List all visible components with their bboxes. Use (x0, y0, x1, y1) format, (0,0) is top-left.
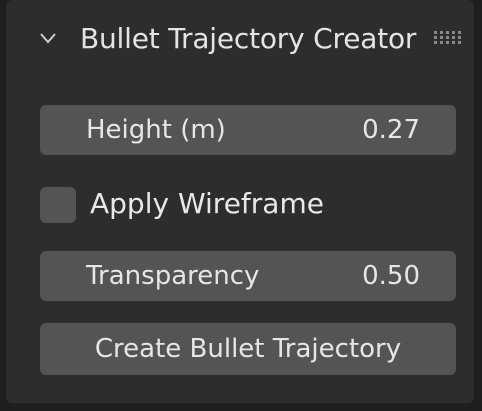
grip-dots-icon[interactable] (434, 31, 464, 45)
transparency-value: 0.50 (362, 261, 420, 291)
chevron-down-icon[interactable] (38, 28, 58, 48)
apply-wireframe-row[interactable]: Apply Wireframe (40, 182, 456, 226)
apply-wireframe-checkbox[interactable] (40, 187, 76, 223)
apply-wireframe-label: Apply Wireframe (90, 187, 324, 220)
height-field[interactable]: Height (m) 0.27 (40, 105, 456, 155)
height-label: Height (m) (86, 115, 226, 145)
panel-header[interactable]: Bullet Trajectory Creator (6, 0, 474, 84)
transparency-field[interactable]: Transparency 0.50 (40, 251, 456, 301)
create-bullet-trajectory-button[interactable]: Create Bullet Trajectory (40, 323, 456, 375)
panel: Bullet Trajectory Creator Height (m) 0.2… (6, 0, 474, 403)
height-value: 0.27 (362, 115, 420, 145)
transparency-label: Transparency (86, 261, 260, 291)
panel-title: Bullet Trajectory Creator (80, 22, 417, 55)
